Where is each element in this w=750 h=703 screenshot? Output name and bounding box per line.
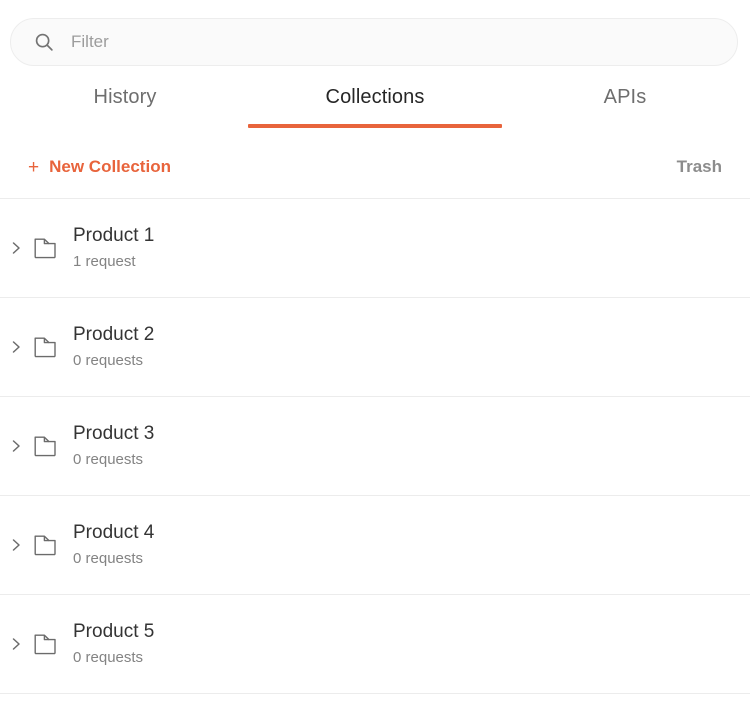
chevron-right-icon[interactable] [9,636,23,652]
collection-row-text: Product 2 0 requests [73,322,154,372]
collection-row-text: Product 1 1 request [73,223,154,273]
tab-apis-label: APIs [603,86,647,108]
tab-collections[interactable]: Collections [248,86,502,128]
folder-icon [34,337,56,358]
collection-request-count: 1 request [73,253,136,270]
collection-name: Product 4 [73,522,155,543]
folder-icon [34,634,56,655]
collection-row[interactable]: Product 1 1 request [0,199,750,298]
chevron-right-icon[interactable] [9,537,23,553]
tab-bar: History Collections APIs [0,86,750,128]
collection-row[interactable]: Product 2 0 requests [0,298,750,397]
trash-button[interactable]: Trash [677,157,722,177]
tab-active-underline [248,124,502,128]
filter-bar[interactable] [10,18,738,66]
chevron-right-icon[interactable] [9,339,23,355]
chevron-right-icon[interactable] [9,240,23,256]
collection-row[interactable]: Product 4 0 requests [0,496,750,595]
collection-row-text: Product 4 0 requests [73,520,154,570]
collection-name: Product 3 [73,423,155,444]
tab-collections-label: Collections [325,86,425,108]
search-input[interactable] [71,31,691,53]
collection-row[interactable]: Product 5 0 requests [0,595,750,694]
collection-request-count: 0 requests [73,451,144,468]
collection-request-count: 0 requests [73,649,144,666]
new-collection-button[interactable]: + New Collection [28,157,171,177]
collection-name: Product 1 [73,225,155,246]
collection-row-text: Product 5 0 requests [73,619,154,669]
collection-row-text: Product 3 0 requests [73,421,154,471]
plus-icon: + [28,156,40,178]
folder-icon [34,535,56,556]
tab-history[interactable]: History [0,86,250,128]
new-collection-label: New Collection [49,157,171,176]
folder-icon [34,436,56,457]
tab-history-label: History [93,86,157,108]
collection-name: Product 2 [73,324,155,345]
collection-action-bar: + New Collection Trash [0,150,750,184]
collection-request-count: 0 requests [73,352,144,369]
collection-name: Product 5 [73,621,155,642]
collection-list: Product 1 1 request Product 2 0 requests… [0,198,750,694]
search-icon [35,33,53,51]
tab-apis[interactable]: APIs [500,86,750,128]
collection-row[interactable]: Product 3 0 requests [0,397,750,496]
chevron-right-icon[interactable] [9,438,23,454]
collection-request-count: 0 requests [73,550,144,567]
folder-icon [34,238,56,259]
